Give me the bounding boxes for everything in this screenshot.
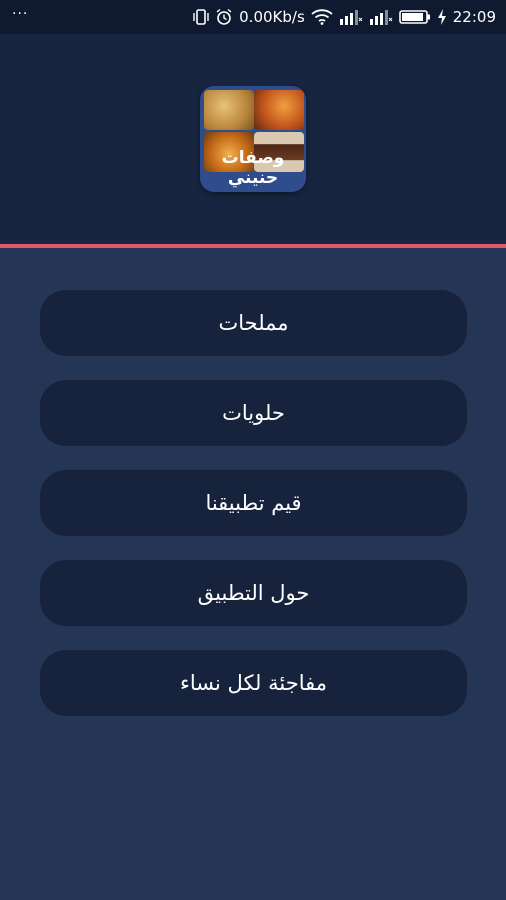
notification-dots: ··· <box>12 6 29 22</box>
clock-time: 22:09 <box>452 8 496 26</box>
menu-button-about-app[interactable]: حول التطبيق <box>40 560 467 626</box>
charging-icon <box>437 9 447 25</box>
menu-button-rate-app[interactable]: قيم تطبيقنا <box>40 470 467 536</box>
alarm-icon <box>215 8 233 26</box>
menu-button-savory[interactable]: مملحات <box>40 290 467 356</box>
status-bar: ··· 0.00Kb/s 22:09 <box>0 0 506 34</box>
logo-title: وصفات حنيني <box>221 148 285 188</box>
signal-icon <box>369 9 393 25</box>
food-photo-pastry <box>204 90 254 130</box>
app-logo: وصفات حنيني <box>200 86 306 192</box>
main-menu: مملحات حلويات قيم تطبيقنا حول التطبيق مف… <box>40 290 467 740</box>
battery-icon <box>398 9 431 25</box>
vibrate-icon <box>193 8 209 26</box>
signal-icon <box>339 9 363 25</box>
wifi-icon <box>311 9 333 25</box>
food-photo-dessert <box>254 90 304 130</box>
header-divider <box>0 244 506 248</box>
status-icons: 0.00Kb/s 22:09 <box>193 0 496 34</box>
menu-button-surprise[interactable]: مفاجئة لكل نساء <box>40 650 467 716</box>
network-speed: 0.00Kb/s <box>239 8 305 26</box>
menu-button-sweets[interactable]: حلويات <box>40 380 467 446</box>
